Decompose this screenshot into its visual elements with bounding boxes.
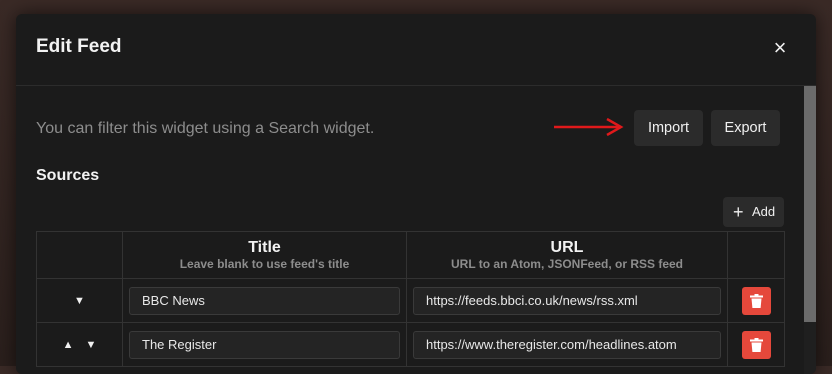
import-button[interactable]: Import xyxy=(634,110,703,146)
title-column-hint: Leave blank to use feed's title xyxy=(179,256,350,271)
table-header-row: Title Leave blank to use feed's title UR… xyxy=(36,231,785,279)
feed-url-input[interactable]: https://feeds.bbci.co.uk/news/rss.xml xyxy=(413,286,721,315)
plus-icon: + xyxy=(733,202,744,222)
title-column-header: Title Leave blank to use feed's title xyxy=(122,231,407,279)
edit-feed-dialog: Edit Feed × You can filter this widget u… xyxy=(16,14,816,374)
order-column-header xyxy=(36,231,123,279)
scrollbar-thumb[interactable] xyxy=(804,86,816,322)
reorder-cell: ▲ ▼ xyxy=(36,322,123,367)
dialog-title: Edit Feed xyxy=(36,36,122,57)
url-column-header: URL URL to an Atom, JSONFeed, or RSS fee… xyxy=(406,231,728,279)
url-cell: https://www.theregister.com/headlines.at… xyxy=(406,322,728,367)
feed-title-input[interactable]: The Register xyxy=(129,330,400,359)
sources-heading: Sources xyxy=(36,167,100,184)
arrow-right-icon xyxy=(554,118,624,136)
trash-icon xyxy=(749,293,763,308)
title-column-label: Title xyxy=(248,238,281,256)
delete-row-button[interactable] xyxy=(741,286,771,315)
actions-column-header xyxy=(727,231,785,279)
url-cell: https://feeds.bbci.co.uk/news/rss.xml xyxy=(406,278,728,323)
dialog-header: Edit Feed × xyxy=(16,14,816,86)
move-up-icon[interactable]: ▲ xyxy=(63,339,74,351)
table-row: ▼ BBC News https://feeds.bbci.co.uk/news… xyxy=(36,278,785,323)
trash-icon xyxy=(749,337,763,352)
move-down-icon[interactable]: ▼ xyxy=(74,295,85,307)
feed-title-input[interactable]: BBC News xyxy=(129,286,400,315)
url-column-hint: URL to an Atom, JSONFeed, or RSS feed xyxy=(450,256,684,271)
delete-cell xyxy=(727,322,785,367)
delete-row-button[interactable] xyxy=(741,330,771,359)
delete-cell xyxy=(727,278,785,323)
table-row: ▲ ▼ The Register https://www.theregister.… xyxy=(36,322,785,367)
feed-url-input[interactable]: https://www.theregister.com/headlines.at… xyxy=(413,330,721,359)
title-cell: BBC News xyxy=(122,278,407,323)
title-cell: The Register xyxy=(122,322,407,367)
export-button[interactable]: Export xyxy=(711,110,780,146)
add-source-button[interactable]: + Add xyxy=(723,197,784,227)
close-icon[interactable]: × xyxy=(770,36,790,60)
move-down-icon[interactable]: ▼ xyxy=(86,339,97,351)
filter-hint-text: You can filter this widget using a Searc… xyxy=(36,120,375,137)
add-button-label: Add xyxy=(752,204,776,219)
url-column-label: URL xyxy=(550,238,584,256)
sources-table: Title Leave blank to use feed's title UR… xyxy=(36,231,785,367)
reorder-cell: ▼ xyxy=(36,278,123,323)
